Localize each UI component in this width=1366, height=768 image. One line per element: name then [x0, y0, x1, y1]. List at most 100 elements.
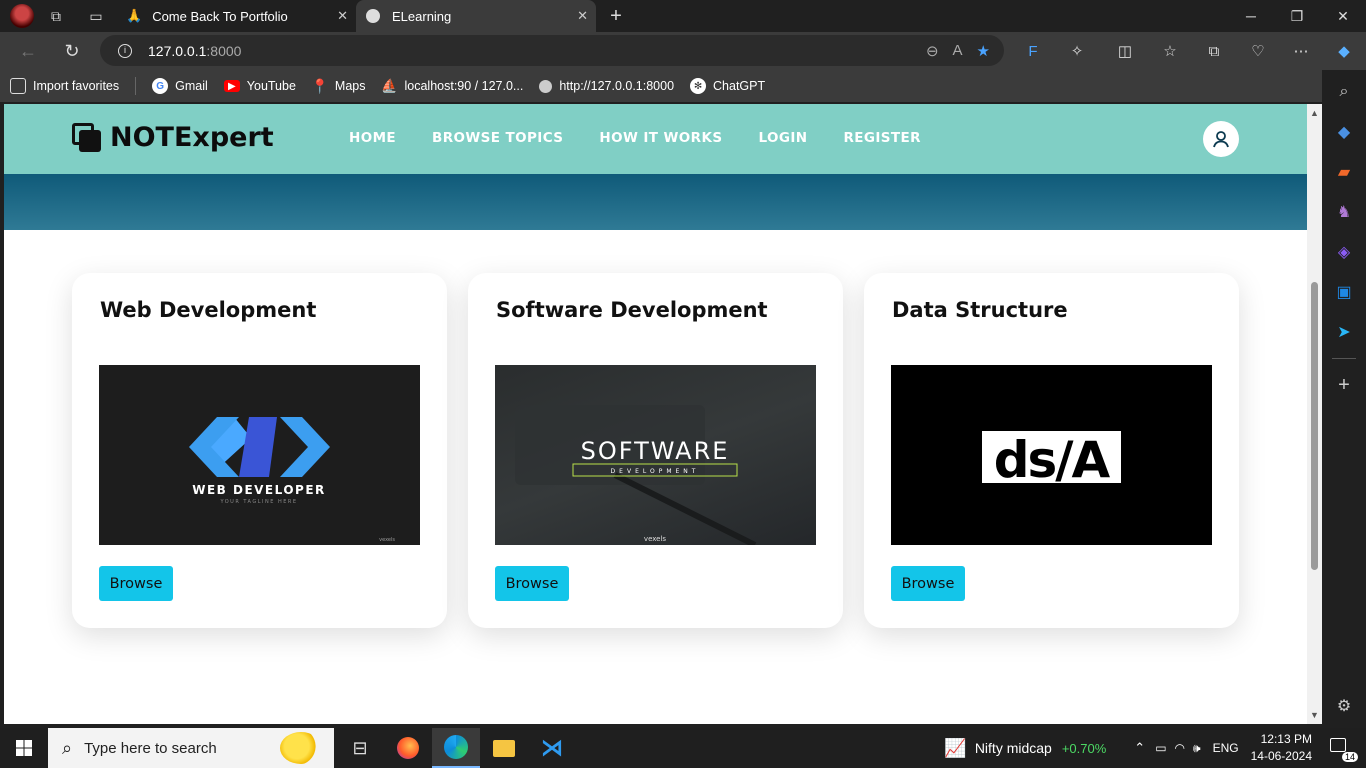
- bookmark-localhost-90[interactable]: ⛵ localhost:90 / 127.0...: [381, 78, 523, 94]
- search-icon[interactable]: ⌕: [1322, 72, 1366, 112]
- outlook-icon[interactable]: ▣: [1322, 272, 1366, 312]
- browse-button[interactable]: Browse: [495, 566, 569, 601]
- system-tray: 📈 Nifty midcap +0.70% ⌃ ▭ ◠ 🕪 ENG 12:13 …: [944, 728, 1366, 768]
- nav-login[interactable]: LOGIN: [758, 130, 807, 146]
- bookmark-maps[interactable]: 📍 Maps: [311, 77, 366, 94]
- nav-home[interactable]: HOME: [349, 130, 396, 146]
- browse-button[interactable]: Browse: [891, 566, 965, 601]
- copilot-icon[interactable]: ◆: [1328, 32, 1360, 70]
- phpmyadmin-icon: ⛵: [381, 78, 398, 93]
- favorites-icon[interactable]: ☆: [1154, 32, 1186, 70]
- add-sidebar-app-icon[interactable]: +: [1322, 365, 1366, 405]
- browse-button[interactable]: Browse: [99, 566, 173, 601]
- favorite-star-icon[interactable]: ★: [977, 42, 990, 60]
- sidebar-settings-icon[interactable]: ⚙: [1322, 686, 1366, 726]
- notes-logo-icon: [72, 122, 102, 153]
- bookmark-label: Gmail: [175, 79, 208, 93]
- address-bar[interactable]: i 127.0.0.1:8000 ⊖ A ★: [100, 35, 1004, 66]
- logo-text: NOTExpert: [110, 122, 274, 153]
- tab-elearning[interactable]: ELearning ✕: [356, 0, 596, 32]
- page-scrollbar[interactable]: ▲ ▼: [1307, 104, 1322, 724]
- extensions-icon[interactable]: ✧: [1061, 32, 1093, 70]
- bookmark-chatgpt[interactable]: ✻ ChatGPT: [690, 78, 765, 94]
- image-credit: vexels: [644, 535, 667, 543]
- windows-taskbar: ⌕ Type here to search ⊟ ⋊ 📈 Nifty midcap…: [0, 728, 1366, 768]
- taskbar-search-box[interactable]: ⌕ Type here to search: [48, 728, 334, 768]
- close-tab-icon[interactable]: ✕: [337, 8, 348, 24]
- bookmark-gmail[interactable]: G Gmail: [152, 78, 208, 94]
- software-image-heading: SOFTWARE: [581, 437, 730, 465]
- file-explorer-icon[interactable]: [480, 728, 528, 768]
- games-icon[interactable]: ♞: [1322, 192, 1366, 232]
- nav-register[interactable]: REGISTER: [843, 130, 920, 146]
- firefox-icon[interactable]: [384, 728, 432, 768]
- zoom-icon[interactable]: ⊖: [926, 42, 939, 60]
- clock[interactable]: 12:13 PM 14-06-2024: [1251, 731, 1312, 765]
- course-title: Data Structure: [892, 298, 1068, 322]
- nav-how-it-works[interactable]: HOW IT WORKS: [599, 130, 722, 146]
- close-window-icon[interactable]: ✕: [1320, 0, 1366, 32]
- volume-icon[interactable]: 🕪: [1193, 741, 1201, 756]
- user-account-icon[interactable]: [1203, 121, 1239, 157]
- edge-icon[interactable]: [432, 728, 480, 768]
- read-aloud-icon[interactable]: A: [953, 42, 963, 60]
- tab-portfolio[interactable]: 🙏 Come Back To Portfolio ✕: [116, 0, 356, 32]
- site-info-icon[interactable]: i: [118, 43, 132, 58]
- show-hidden-icons-icon[interactable]: ⌃: [1134, 740, 1145, 756]
- ticker-name[interactable]: Nifty midcap: [975, 740, 1052, 756]
- bookmark-import-favorites[interactable]: Import favorites: [10, 78, 119, 94]
- tab-title: ELearning: [392, 8, 452, 24]
- restore-icon[interactable]: ❐: [1274, 0, 1320, 32]
- bookmark-localhost-8000[interactable]: http://127.0.0.1:8000: [539, 79, 674, 93]
- copilot-app-icon[interactable]: ◈: [1322, 232, 1366, 272]
- youtube-icon: ▶: [223, 80, 240, 92]
- site-logo[interactable]: NOTExpert: [72, 122, 274, 153]
- extension-icon[interactable]: F: [1017, 32, 1049, 70]
- more-icon[interactable]: ⋯: [1285, 32, 1317, 70]
- lemon-search-highlight-icon: [280, 732, 322, 764]
- scroll-down-icon[interactable]: ▼: [1310, 710, 1319, 720]
- shopping-tag-icon[interactable]: ◆: [1322, 112, 1366, 152]
- minimize-icon[interactable]: ─: [1228, 0, 1274, 32]
- profile-avatar[interactable]: [8, 2, 36, 30]
- globe-icon: [539, 79, 553, 93]
- vscode-icon[interactable]: ⋊: [528, 728, 576, 768]
- language-indicator[interactable]: ENG: [1213, 741, 1239, 755]
- windows-start-icon[interactable]: [0, 728, 48, 768]
- bookmark-label: Maps: [334, 79, 366, 93]
- send-icon[interactable]: ➤: [1322, 312, 1366, 352]
- wifi-icon[interactable]: ◠: [1175, 741, 1185, 755]
- main-nav: HOME BROWSE TOPICS HOW IT WORKS LOGIN RE…: [349, 130, 921, 146]
- tools-icon[interactable]: ▰: [1322, 152, 1366, 192]
- back-icon[interactable]: ←: [8, 35, 48, 67]
- clock-time: 12:13 PM: [1260, 732, 1312, 746]
- close-tab-icon[interactable]: ✕: [577, 8, 588, 24]
- collections-icon[interactable]: ⧉: [1198, 32, 1230, 70]
- tab-actions-icon[interactable]: ▭: [82, 2, 110, 30]
- ticker-change: +0.70%: [1061, 740, 1107, 756]
- page-viewport: NOTExpert HOME BROWSE TOPICS HOW IT WORK…: [4, 104, 1322, 724]
- nav-browse-topics[interactable]: BROWSE TOPICS: [432, 130, 563, 146]
- browser-tab-bar: ⧉ ▭ 🙏 Come Back To Portfolio ✕ ELearning…: [0, 0, 1366, 32]
- notification-center-icon[interactable]: 14: [1330, 738, 1358, 762]
- google-icon: G: [152, 78, 169, 94]
- favorites-bar: Import favorites G Gmail ▶ YouTube 📍 Map…: [0, 70, 1322, 102]
- performance-icon[interactable]: ♡: [1242, 32, 1274, 70]
- split-screen-icon[interactable]: ◫: [1109, 32, 1141, 70]
- search-icon: ⌕: [62, 737, 73, 758]
- bookmark-youtube[interactable]: ▶ YouTube: [223, 79, 296, 93]
- refresh-icon[interactable]: ↻: [52, 35, 92, 67]
- notification-count: 14: [1341, 752, 1358, 762]
- course-title: Web Development: [100, 298, 317, 322]
- battery-icon[interactable]: ▭: [1155, 741, 1166, 755]
- scroll-up-icon[interactable]: ▲: [1310, 108, 1319, 118]
- workspaces-icon[interactable]: ⧉: [42, 2, 70, 30]
- url-host: 127.0.0.1: [148, 42, 207, 59]
- scrollbar-thumb[interactable]: [1311, 282, 1318, 570]
- course-title: Software Development: [496, 298, 768, 322]
- image-credit: vexels: [379, 537, 395, 543]
- new-tab-icon[interactable]: +: [602, 2, 630, 30]
- course-image-web-developer: WEB DEVELOPER YOUR TAGLINE HERE vexels: [99, 365, 420, 545]
- maps-icon: 📍: [311, 77, 329, 94]
- task-view-icon[interactable]: ⊟: [336, 728, 384, 768]
